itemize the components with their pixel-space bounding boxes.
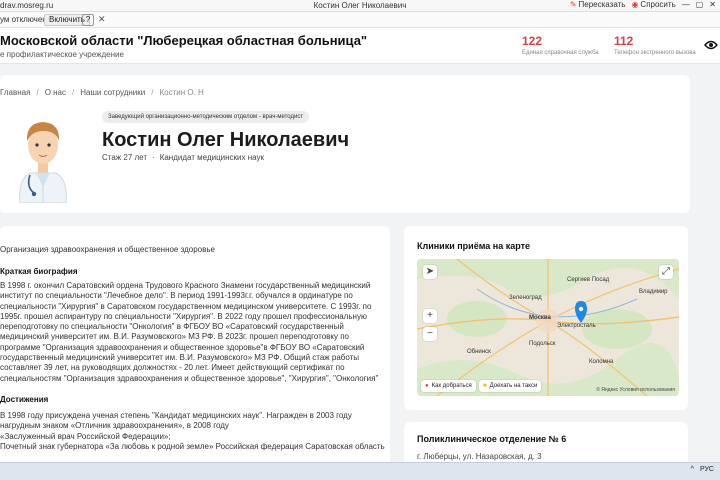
doctor-profile-card: Главная / О нас / Наши сотрудники / Кост… [0, 75, 690, 213]
zoom-out-button[interactable]: − [423, 327, 437, 341]
fullscreen-icon[interactable]: ⤢ [659, 265, 673, 279]
taxi-label: Доехать на такси [489, 383, 538, 389]
system-tray: ^ РУС [691, 466, 714, 473]
breadcrumb-home[interactable]: Главная [0, 88, 30, 97]
phone-label: Единая справочная служба [522, 50, 599, 56]
experience: Стаж 27 лет [102, 153, 148, 162]
breadcrumb-staff[interactable]: Наши сотрудники [80, 88, 145, 97]
language-indicator[interactable]: РУС [700, 466, 714, 473]
map-label-moscow: Москва [529, 315, 552, 321]
achievement-line: В 1998 году присуждена ученая степень "К… [0, 411, 352, 420]
ask-label: Спросить [640, 0, 676, 9]
achievements-heading: Достижения [0, 395, 49, 404]
extension-notice-bar: ум отключена Включить ? ✕ [0, 12, 720, 28]
bio-text: В 1998 г. окончил Саратовский ордена Тру… [0, 281, 386, 384]
minimize-icon[interactable]: — [682, 0, 690, 9]
map-label: Электросталь [557, 323, 596, 329]
bio-line: В 1998 г. окончил Саратовский ордена Тру… [0, 281, 371, 290]
map-heading: Клиники приёма на карте [417, 241, 531, 251]
breadcrumb-about[interactable]: О нас [45, 88, 66, 97]
doctor-meta: Стаж 27 лет · Кандидат медицинских наук [102, 153, 264, 162]
biography-card: Организация здравоохранения и общественн… [0, 226, 390, 466]
meta-separator: · [152, 153, 155, 162]
clinic-address: г. Люберцы, ул. Назаровская, д. 3 [417, 452, 542, 461]
org-name[interactable]: Московской области "Люберецкая областная… [0, 33, 367, 48]
site-header: Московской области "Люберецкая областная… [0, 28, 720, 64]
bio-line: специальностям "Организация здравоохране… [0, 373, 379, 383]
bio-line: 1995г. прошел аспирантуру по специальнос… [0, 311, 367, 321]
map-label: Коломна [589, 359, 614, 365]
route-button[interactable]: ● Как добраться [421, 380, 476, 392]
eye-icon[interactable] [704, 40, 718, 50]
os-taskbar: ^ РУС [0, 462, 720, 480]
org-type: е профилактическое учреждение [0, 50, 124, 59]
retell-icon: ✎ [569, 0, 577, 9]
map-card: Клиники приёма на карте Москва Электрост… [404, 226, 688, 410]
breadcrumb-separator: / [151, 88, 154, 97]
phone-info-service[interactable]: 122 Единая справочная служба [522, 34, 599, 56]
degree: Кандидат медицинских наук [159, 153, 265, 162]
phone-number: 122 [522, 34, 543, 48]
breadcrumb-separator: / [36, 88, 39, 97]
breadcrumb-current: Костин О. Н [159, 88, 204, 97]
position-badge: Заведующий организационно-методическим о… [102, 111, 310, 123]
close-notice-icon[interactable]: ✕ [98, 14, 106, 25]
taxi-icon: ■ [483, 383, 487, 389]
breadcrumb: Главная / О нас / Наши сотрудники / Кост… [0, 88, 204, 97]
map-canvas: Москва Электросталь Подольск Зеленоград … [417, 259, 679, 396]
browser-actions: ✎ Пересказать ◉ Спросить — ▢ ✕ [570, 0, 716, 9]
map-label: Владимир [639, 289, 668, 295]
clinic-heading[interactable]: Поликлиническое отделение № 6 [417, 434, 566, 444]
share-label: Пересказать [578, 0, 626, 9]
map-label: Зеленоград [509, 295, 542, 301]
bio-line: институт по специальности "Лечебное дело… [0, 291, 353, 301]
route-icon: ● [425, 383, 429, 389]
bio-line: государственный медицинский университет … [0, 353, 360, 363]
achievements-text: В 1998 году присуждена ученая степень "К… [0, 411, 386, 452]
map-copyright[interactable]: © Яндекс Условия использования [596, 387, 675, 393]
zoom-in-button[interactable]: + [423, 309, 437, 323]
phone-emergency[interactable]: 112 Телефон экстренного вызова [614, 34, 696, 56]
map-label: Сергиев Посад [567, 277, 610, 283]
doctor-avatar [19, 122, 67, 203]
achievement-line: «Заслуженный врач Российской Федерации»; [0, 431, 171, 441]
maximize-icon[interactable]: ▢ [696, 0, 704, 9]
help-icon[interactable]: ? [82, 14, 94, 26]
close-icon[interactable]: ✕ [709, 0, 716, 9]
ask-button[interactable]: ◉ Спросить [631, 0, 675, 9]
chevron-up-icon[interactable]: ^ [691, 466, 694, 473]
clinic-map[interactable]: Москва Электросталь Подольск Зеленоград … [417, 259, 679, 396]
phone-number: 112 [614, 34, 634, 48]
taxi-button[interactable]: ■ Доехать на такси [479, 380, 542, 392]
locate-icon[interactable]: ➤ [423, 265, 437, 279]
map-label: Подольск [529, 341, 556, 347]
chat-icon: ◉ [631, 0, 639, 9]
browser-top-bar: drav.mosreg.ru Костин Олег Николаевич ✎ П… [0, 0, 720, 12]
specialty: Организация здравоохранения и общественн… [0, 245, 215, 254]
bio-heading: Краткая биография [0, 267, 78, 276]
bio-line: медицинский университет им. В.И. Разумов… [0, 332, 349, 342]
bio-line: составляет 39 лет, на руководящих должно… [0, 363, 345, 373]
bio-line: переподготовку по специальности "Онколог… [0, 322, 344, 332]
route-label: Как добраться [431, 383, 472, 389]
breadcrumb-separator: / [72, 88, 75, 97]
map-label: Обнинск [467, 349, 491, 355]
share-button[interactable]: ✎ Пересказать [570, 0, 626, 9]
doctor-name: Костин Олег Николаевич [102, 129, 350, 151]
bio-line: программе "Организация здравоохранения и… [0, 342, 365, 352]
achievement-line: нагрудным знаком «Отличник здравоохранен… [0, 421, 229, 431]
phone-label: Телефон экстренного вызова [614, 50, 696, 56]
bio-line: специальности "Хирургия" в Саратовском г… [0, 301, 372, 311]
achievement-line: Почетный знак губернатора «За любовь к р… [0, 441, 385, 451]
